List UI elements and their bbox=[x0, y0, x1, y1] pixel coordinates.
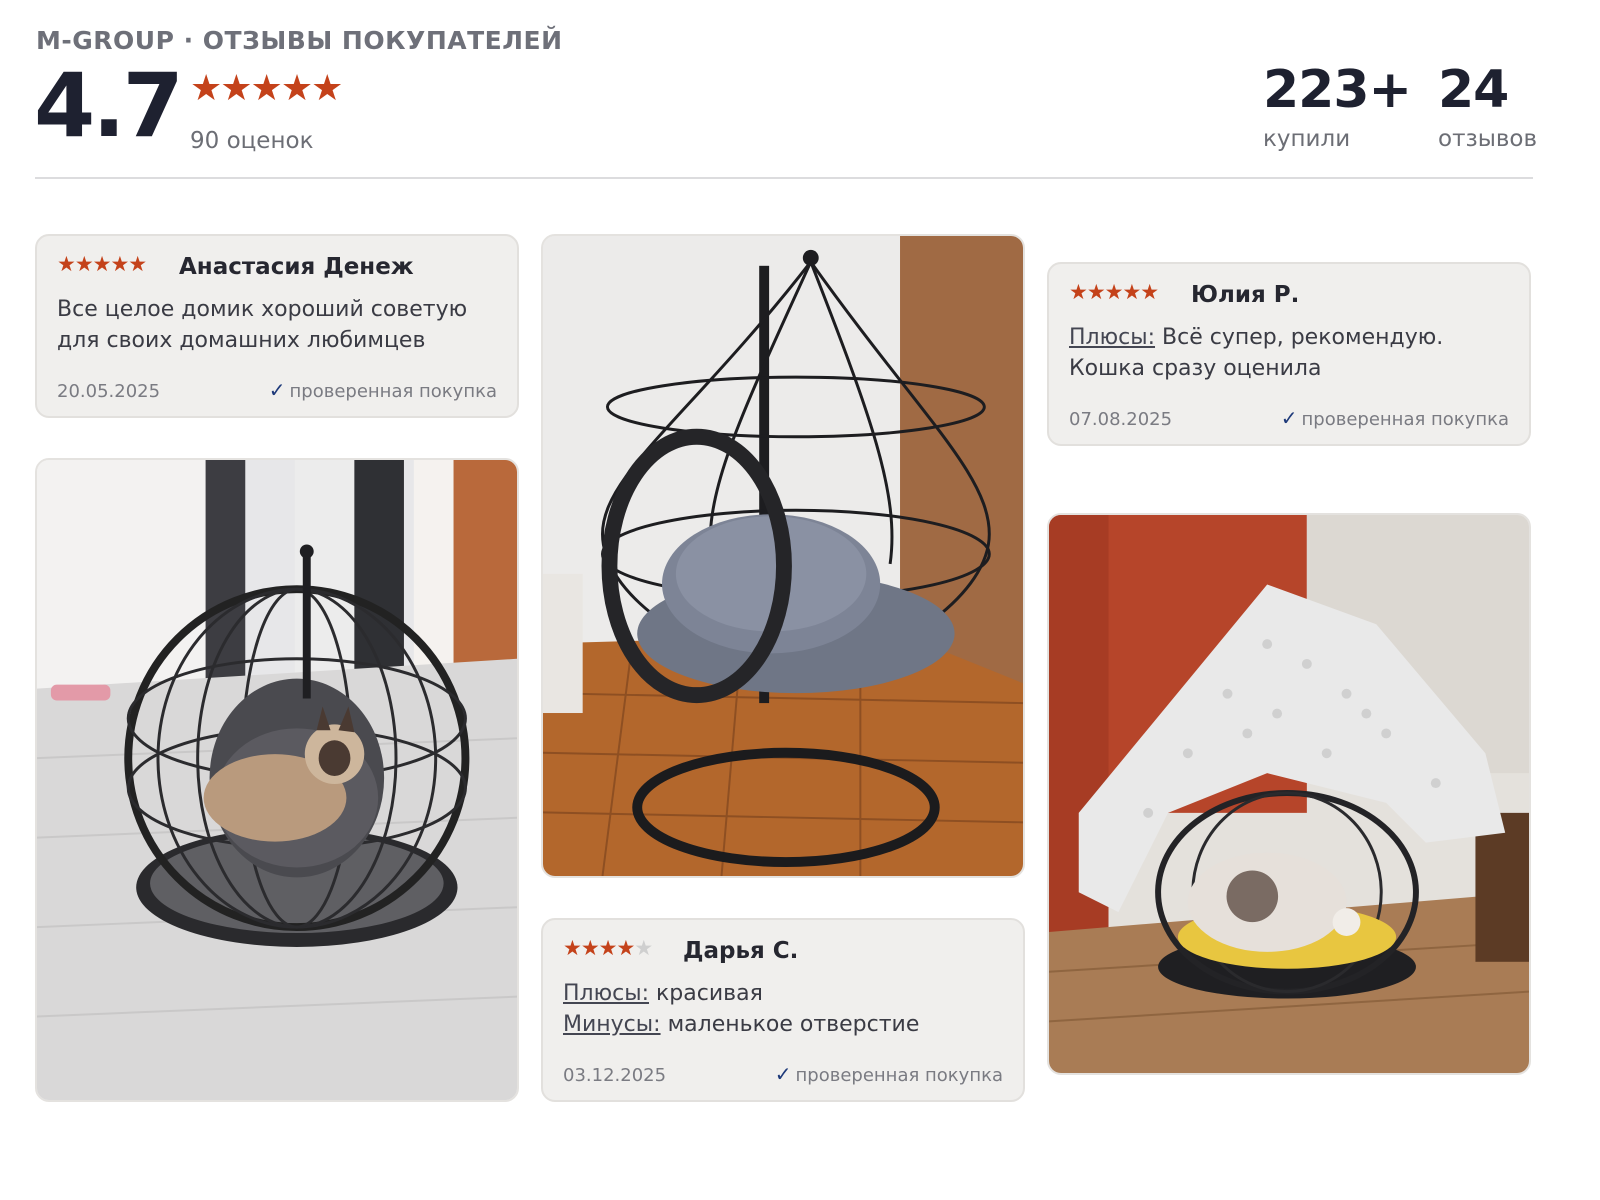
review-author: Дарья С. bbox=[683, 938, 799, 964]
review-photo[interactable] bbox=[35, 458, 519, 1102]
stat-reviews: 24 отзывов bbox=[1438, 58, 1537, 152]
ratings-count: 90 оценок bbox=[190, 128, 314, 154]
checkmark-icon: ✓ bbox=[774, 1062, 792, 1086]
rating-stars: ★★★★★ bbox=[190, 68, 343, 109]
review-photo[interactable] bbox=[541, 234, 1025, 878]
review-date: 03.12.2025 bbox=[563, 1065, 667, 1086]
review-date: 07.08.2025 bbox=[1069, 409, 1173, 430]
review-card[interactable]: ★★★★★ Юлия Р. Плюсы: Всё супер, рекоменд… bbox=[1047, 262, 1531, 446]
cons-text: маленькое отверстие bbox=[667, 1012, 920, 1037]
review-author: Юлия Р. bbox=[1191, 282, 1300, 308]
reviews-label: отзывов bbox=[1438, 126, 1538, 152]
bought-value: 223+ bbox=[1263, 60, 1412, 120]
verified-label: проверенная покупка bbox=[1301, 409, 1509, 430]
bought-label: купили bbox=[1263, 126, 1351, 152]
review-date: 20.05.2025 bbox=[57, 381, 161, 402]
review-author: Анастасия Денеж bbox=[179, 254, 414, 280]
review-card[interactable]: ★★★★★ Анастасия Денеж Все целое домик хо… bbox=[35, 234, 519, 418]
cat-bed-photo-1 bbox=[37, 460, 517, 1100]
verified-badge: ✓ проверенная покупка bbox=[775, 1062, 1003, 1086]
review-stars: ★★★★★ bbox=[1069, 280, 1159, 304]
cons-label: Минусы: bbox=[563, 1012, 661, 1037]
verified-badge: ✓ проверенная покупка bbox=[269, 378, 497, 402]
review-text: Плюсы: Всё супер, рекомендую. Кошка сраз… bbox=[1069, 322, 1511, 384]
stars-empty: ★ bbox=[634, 936, 653, 960]
header-divider bbox=[35, 177, 1533, 179]
average-rating: 4.7 bbox=[34, 54, 184, 157]
review-stars: ★★★★★ bbox=[563, 936, 653, 960]
pros-label: Плюсы: bbox=[1069, 325, 1156, 350]
review-text: Все целое домик хороший советую для свои… bbox=[57, 297, 468, 353]
cat-bed-photo-3 bbox=[1049, 515, 1529, 1073]
pros-text: красивая bbox=[656, 981, 763, 1006]
cat-bed-photo-2 bbox=[543, 236, 1023, 876]
stat-bought: 223+ купили bbox=[1263, 58, 1412, 152]
checkmark-icon: ✓ bbox=[1280, 406, 1298, 430]
checkmark-icon: ✓ bbox=[268, 378, 286, 402]
review-card[interactable]: ★★★★★ Дарья С. Плюсы: красивая Минусы: м… bbox=[541, 918, 1025, 1102]
verified-label: проверенная покупка bbox=[289, 381, 497, 402]
reviews-value: 24 bbox=[1438, 60, 1509, 120]
review-stars: ★★★★★ bbox=[57, 252, 147, 276]
brand-title: M-GROUP · ОТЗЫВЫ ПОКУПАТЕЛЕЙ bbox=[36, 26, 563, 55]
pros-label: Плюсы: bbox=[563, 981, 650, 1006]
review-photo[interactable] bbox=[1047, 513, 1531, 1075]
stars-filled: ★★★★ bbox=[563, 936, 635, 960]
review-text: Плюсы: красивая Минусы: маленькое отверс… bbox=[563, 978, 1005, 1040]
verified-badge: ✓ проверенная покупка bbox=[1281, 406, 1509, 430]
verified-label: проверенная покупка bbox=[795, 1065, 1003, 1086]
